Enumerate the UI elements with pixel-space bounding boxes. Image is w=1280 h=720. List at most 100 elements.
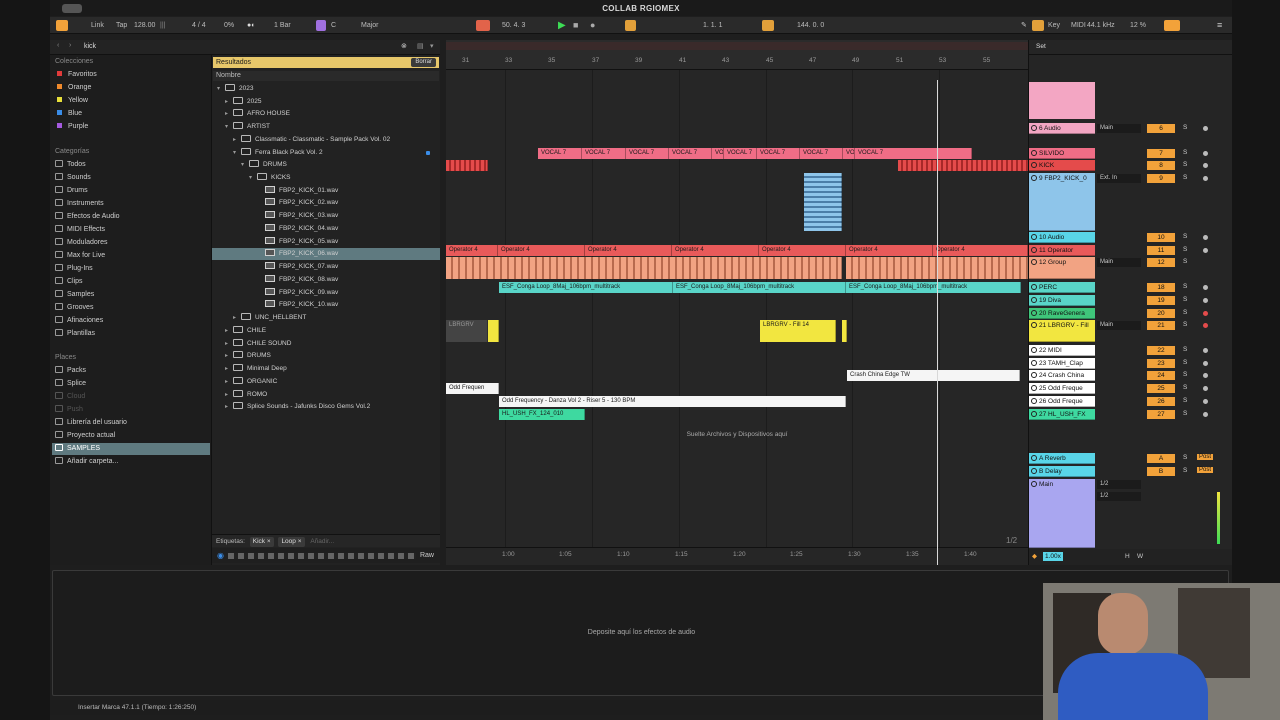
clip-vocal[interactable]: VOCAL 7 [800, 148, 843, 159]
category-clips[interactable]: Clips [55, 276, 83, 288]
clip-lbrgrv[interactable] [488, 320, 499, 342]
track-header[interactable]: 9 FBP2_KICK_0 [1029, 173, 1095, 231]
clip-vocal[interactable]: VOCAL 7 [626, 148, 669, 159]
arm-button[interactable] [1203, 323, 1208, 328]
clip-vocal[interactable]: VOCAL 7 [757, 148, 800, 159]
arm-button[interactable] [1203, 373, 1208, 378]
clip-crash[interactable]: Crash China Edge TW [847, 370, 1020, 381]
arm-button[interactable] [1203, 163, 1208, 168]
solo-button[interactable]: S [1183, 233, 1187, 240]
sample-file[interactable]: FBP2_KICK_05.wav [212, 236, 440, 248]
loop-length-field[interactable]: 144. 0. 0 [797, 17, 824, 34]
track-activator[interactable]: 11 [1147, 246, 1175, 255]
track-activator[interactable]: 23 [1147, 359, 1175, 368]
scale-selector[interactable]: Major [361, 17, 379, 34]
quantize-menu[interactable]: 1 Bar [274, 17, 291, 34]
automation-arm-icon[interactable] [625, 20, 636, 31]
arm-button[interactable] [1203, 151, 1208, 156]
collection-purple[interactable]: Purple [55, 121, 88, 133]
arrangement-record-icon[interactable] [476, 20, 490, 31]
clip-operator[interactable]: Operator 4 [759, 245, 846, 256]
clip-vocal[interactable]: VOCAL 7 [538, 148, 582, 159]
height-toggle[interactable]: H [1125, 549, 1130, 565]
sample-file[interactable]: FBP2_KICK_03.wav [212, 210, 440, 222]
set-label[interactable]: Set [1036, 43, 1046, 50]
metronome-icon[interactable]: ||| [160, 17, 165, 34]
post-toggle[interactable]: Post [1197, 467, 1214, 473]
track-activator[interactable]: 9 [1147, 174, 1175, 183]
track-header[interactable]: 25 Odd Freque [1029, 383, 1095, 394]
arm-button[interactable] [1203, 298, 1208, 303]
category-tunings[interactable]: Afinaciones [55, 315, 103, 327]
preview-toggle-icon[interactable]: ◉ [217, 548, 224, 563]
clip-kick[interactable] [898, 160, 1028, 171]
solo-button[interactable]: S [1183, 410, 1187, 417]
output-routing[interactable]: Main [1097, 258, 1141, 267]
collection-favorites[interactable]: Favoritos [55, 69, 97, 81]
clip-conga[interactable]: ESF_Conga Loop_8Maj_106bpm_multitrack [499, 282, 673, 293]
stop-button[interactable]: ■ [573, 17, 578, 34]
clip-conga[interactable]: ESF_Conga Loop_8Maj_106bpm_multitrack [846, 282, 1021, 293]
track-activator[interactable]: 6 [1147, 124, 1175, 133]
filter-icon[interactable]: ▤ [417, 42, 424, 50]
beat-ruler[interactable]: 31 33 35 37 39 41 43 45 47 49 51 53 55 [446, 40, 1028, 70]
category-midi-effects[interactable]: MIDI Effects [55, 224, 105, 236]
arm-button[interactable] [1203, 285, 1208, 290]
arm-button[interactable] [1203, 348, 1208, 353]
clip-operator[interactable]: Operator 4 [933, 245, 1028, 256]
return-activator[interactable]: A [1147, 454, 1175, 463]
clip-vocal[interactable]: VOCAL 7 [669, 148, 712, 159]
output-routing[interactable]: Main [1097, 321, 1141, 330]
track-activator[interactable]: 8 [1147, 161, 1175, 170]
track-header[interactable]: 21 LBRGRV - Fill [1029, 320, 1095, 342]
play-button[interactable]: ▶ [558, 17, 566, 34]
category-modulators[interactable]: Moduladores [55, 237, 107, 249]
key-map-label[interactable]: Key [1048, 17, 1060, 34]
track-activator[interactable]: 19 [1147, 296, 1175, 305]
clip-vocal[interactable]: VOCAL 7 [855, 148, 972, 159]
category-instruments[interactable]: Instruments [55, 198, 104, 210]
solo-button[interactable]: S [1183, 161, 1187, 168]
category-grooves[interactable]: Grooves [55, 302, 93, 314]
solo-button[interactable]: S [1183, 174, 1187, 181]
scale-mode-icon[interactable] [316, 20, 326, 31]
arm-button[interactable] [1203, 399, 1208, 404]
record-button[interactable]: ● [590, 17, 595, 34]
track-header[interactable]: SILVIDO [1029, 148, 1095, 159]
clip-vocal[interactable]: VO [712, 148, 724, 159]
clear-search-icon[interactable]: ⊗ [401, 42, 407, 50]
track-activator[interactable]: 25 [1147, 384, 1175, 393]
track-header[interactable]: 20 RaveGenera [1029, 308, 1095, 319]
arm-button[interactable] [1203, 311, 1208, 316]
add-tag-input[interactable]: Añadir... [310, 538, 334, 545]
category-max-for-live[interactable]: Max for Live [55, 250, 105, 262]
track-header[interactable]: 23 TAMH_Clap [1029, 358, 1095, 369]
clip-fill-end[interactable] [842, 320, 847, 342]
track-activator[interactable]: 10 [1147, 233, 1175, 242]
place-splice[interactable]: Splice [55, 378, 86, 390]
solo-button[interactable]: S [1183, 346, 1187, 353]
tree-item[interactable]: ▸ Classmatic - Classmatic - Sample Pack V… [212, 134, 440, 146]
track-header[interactable]: 11 Operator [1029, 245, 1095, 256]
clip-kick[interactable] [446, 160, 488, 171]
zoom-level[interactable]: 1.00x [1043, 552, 1063, 561]
tree-item[interactable]: ▸ AFRO HOUSE [212, 108, 440, 120]
category-templates[interactable]: Plantillas [55, 328, 95, 340]
main-input-routing[interactable]: 1/2 [1097, 492, 1141, 501]
track-header[interactable]: KICK [1029, 160, 1095, 171]
tree-item[interactable]: ▸ 2025 [212, 96, 440, 108]
tag-chip[interactable]: Kick × [249, 537, 274, 547]
zoom-icon[interactable]: ◆ [1032, 549, 1037, 565]
time-signature-field[interactable]: 4 / 4 [192, 17, 206, 34]
category-plugins[interactable]: Plug-Ins [55, 263, 93, 275]
menu-icon[interactable]: ≡ [1217, 17, 1222, 34]
playhead[interactable] [937, 80, 938, 565]
tree-item[interactable]: ▾ 2023 [212, 83, 440, 95]
place-push[interactable]: Push [55, 404, 83, 416]
place-current-project[interactable]: Proyecto actual [55, 430, 115, 442]
clip-vocal[interactable]: VOCAL 7 [582, 148, 626, 159]
window-controls[interactable] [62, 4, 82, 13]
category-todos[interactable]: Todos [55, 159, 86, 171]
width-toggle[interactable]: W [1137, 549, 1143, 565]
arm-button[interactable] [1203, 126, 1208, 131]
